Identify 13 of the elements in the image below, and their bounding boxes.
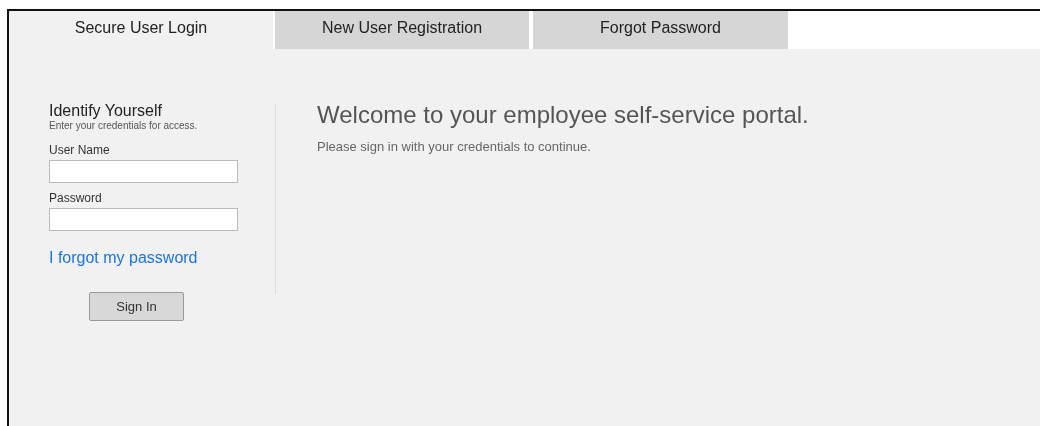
field-label: User Name <box>49 143 111 157</box>
welcome-heading: Welcome to your employee self-service portal. <box>317 101 809 129</box>
forgot-password-link[interactable]: I forgot my password <box>49 249 198 267</box>
tab[interactable]: Secure User Login <box>9 11 273 49</box>
welcome-text: Please sign in with your credentials to continue. <box>317 139 592 154</box>
field-label: Password <box>49 191 103 205</box>
tab[interactable]: New User Registration <box>275 11 529 49</box>
input-field[interactable] <box>49 160 238 183</box>
tab[interactable]: Forgot Password <box>533 11 788 49</box>
sign-in-button[interactable]: Sign In <box>89 292 184 321</box>
login-subtitle: Enter your credentials for access. <box>49 120 199 131</box>
login-title: Identify Yourself <box>49 102 163 120</box>
input-field[interactable] <box>49 208 238 231</box>
